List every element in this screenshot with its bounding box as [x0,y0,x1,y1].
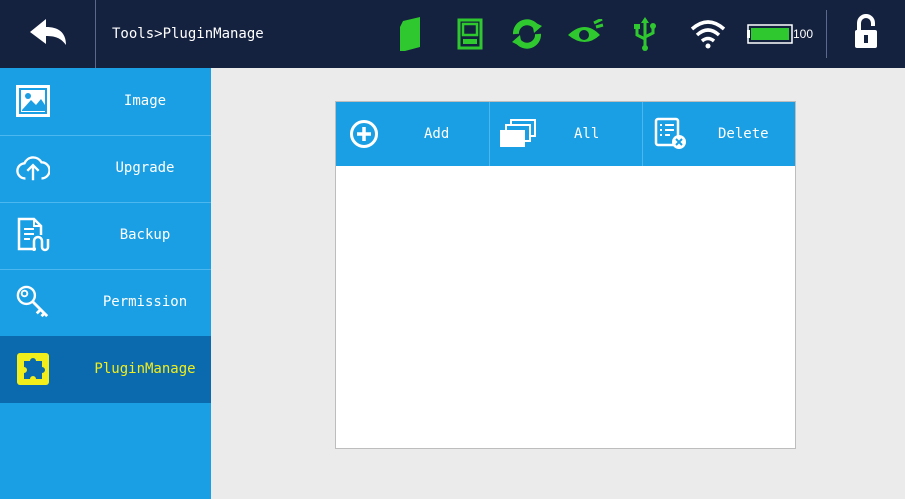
sidebar-item-label: Image [123,93,167,109]
battery-icon [746,0,794,68]
battery-level-text: 100 [793,27,814,41]
puzzle-icon [16,350,50,388]
delete-button[interactable]: Delete [643,102,795,166]
sidebar-item-label: Backup [119,227,171,243]
wifi-icon [685,0,731,68]
usb-icon [625,0,665,68]
stacked-windows-icon [498,116,538,152]
plugin-panel: Add All Delete [335,101,796,449]
sidebar-item-image[interactable]: Image [0,68,211,136]
add-label: Add [424,126,450,142]
sidebar-item-backup[interactable]: Backup [0,202,211,270]
sync-icon [505,0,549,68]
all-label: All [574,126,600,142]
lock-button[interactable] [827,0,905,68]
key-icon [16,283,50,321]
sidebar-item-pluginmanage[interactable]: PluginManage [0,336,211,403]
sidebar-item-upgrade[interactable]: Upgrade [0,135,211,203]
sidebar-item-label: Permission [102,294,188,310]
delete-label: Delete [718,126,769,142]
sidebar-item-label: PluginManage [94,361,196,377]
back-arrow-icon [28,18,68,50]
terminal-icon [450,0,490,68]
breadcrumb: Tools>PluginManage [112,26,264,42]
image-icon [16,82,50,120]
plugin-toolbar: Add All Delete [336,102,795,166]
plugin-list[interactable] [336,166,795,448]
document-backup-icon [16,216,50,254]
add-button[interactable]: Add [336,102,489,166]
sidebar-item-label: Upgrade [115,160,175,176]
back-button[interactable] [0,0,96,68]
sidebar-item-permission[interactable]: Permission [0,269,211,337]
add-circle-icon [344,116,384,152]
unlock-icon [853,14,879,54]
top-bar: Tools>PluginManage 100 [0,0,905,68]
all-button[interactable]: All [490,102,642,166]
delete-list-icon [651,116,691,152]
sidebar: Image Upgrade Backup Permission PluginMa… [0,68,211,499]
cloud-upload-icon [16,149,50,187]
eye-icon [562,0,608,68]
card-icon [390,0,430,68]
